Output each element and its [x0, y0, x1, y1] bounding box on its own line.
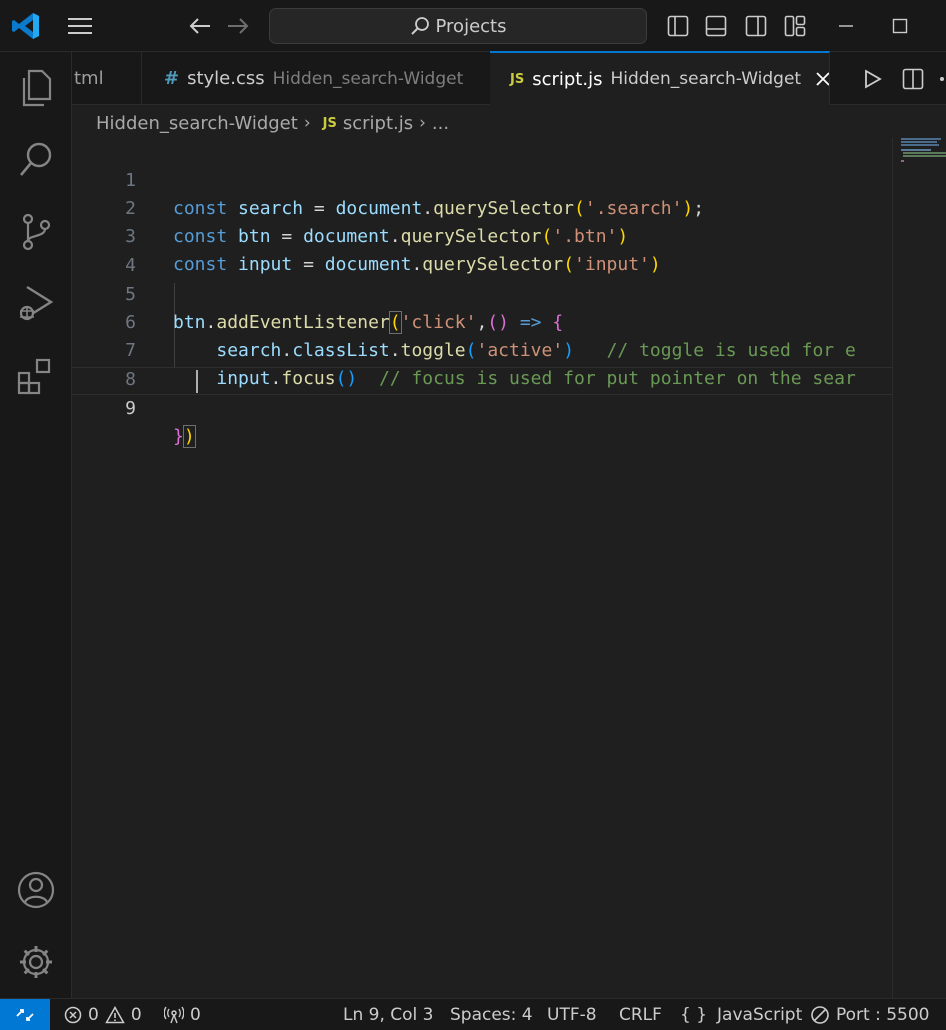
code-line: 7 input.focus() // focus is used for put…	[72, 309, 892, 389]
tab-label: script.js	[532, 68, 603, 90]
title-bar: Projects	[0, 0, 946, 52]
minimap-preview	[901, 138, 946, 162]
port-label: Port : 5500	[836, 1004, 930, 1025]
broadcast-icon	[164, 1006, 184, 1023]
command-center-search[interactable]: Projects	[269, 8, 647, 44]
extensions-icon[interactable]	[0, 344, 72, 408]
cursor-position-label: Ln 9, Col 3	[343, 1004, 434, 1025]
js-file-icon: JS	[322, 115, 337, 131]
editor-tabs: tml # style.css Hidden_search-Widget JS …	[72, 51, 946, 105]
code-line: 6 search.classList.toggle('active') // t…	[72, 281, 892, 361]
toggle-secondary-sidebar-icon[interactable]	[741, 10, 771, 42]
language-mode[interactable]: { } JavaScript	[680, 999, 802, 1030]
menu-icon[interactable]	[62, 10, 98, 42]
error-icon	[64, 1006, 82, 1023]
activity-bar	[0, 52, 72, 998]
error-count: 0	[88, 1004, 99, 1025]
explorer-icon[interactable]	[0, 56, 72, 120]
code-line: 1 const search = document.querySelector(…	[72, 139, 892, 219]
manage-gear-icon[interactable]	[0, 930, 72, 994]
end-of-line[interactable]: CRLF	[619, 999, 662, 1030]
encoding[interactable]: UTF-8	[547, 999, 597, 1030]
split-editor-icon[interactable]	[898, 64, 928, 94]
code-line: 3 const input = document.querySelector('…	[72, 195, 892, 275]
code-line: 4	[72, 224, 892, 276]
ports-indicator[interactable]: 0	[164, 999, 201, 1030]
toggle-primary-sidebar-icon[interactable]	[663, 10, 693, 42]
chevron-right-icon: ›	[303, 113, 311, 133]
text-cursor	[196, 370, 198, 393]
language-label: JavaScript	[717, 1004, 803, 1025]
warning-icon	[105, 1005, 125, 1023]
line-number-current: 9	[125, 398, 136, 419]
chevron-right-icon: ›	[419, 113, 426, 133]
breadcrumb-file[interactable]: script.js	[343, 113, 413, 134]
search-icon[interactable]	[0, 128, 72, 192]
vscode-logo-icon	[6, 6, 46, 46]
indentation[interactable]: Spaces: 4	[450, 999, 533, 1030]
tab-description: Hidden_search-Widget	[272, 68, 464, 89]
breadcrumb-more[interactable]: ...	[432, 113, 449, 134]
no-entry-icon	[811, 1005, 829, 1024]
indentation-label: Spaces: 4	[450, 1004, 533, 1025]
braces-icon: { }	[680, 1004, 708, 1025]
tab-label: tml	[74, 68, 104, 89]
eol-label: CRLF	[619, 1004, 662, 1025]
code-line: 2 const btn = document.querySelector('.b…	[72, 167, 892, 247]
tab-script-js[interactable]: JS script.js Hidden_search-Widget	[490, 51, 830, 105]
toggle-panel-icon[interactable]	[701, 10, 731, 42]
code-line: 9 })	[72, 367, 892, 448]
forward-arrow-icon[interactable]	[220, 10, 256, 42]
run-and-debug-icon[interactable]	[0, 272, 72, 336]
tab-label: style.css	[187, 68, 265, 89]
problems-indicator[interactable]: 0 0	[64, 999, 142, 1030]
code-line: 5 btn.addEventListener('click',() => {	[72, 253, 892, 334]
code-text: })	[173, 425, 196, 448]
ports-count: 0	[190, 1004, 201, 1025]
live-server-port[interactable]: Port : 5500	[810, 999, 930, 1030]
encoding-label: UTF-8	[547, 1004, 597, 1025]
close-tab-icon[interactable]	[815, 71, 829, 87]
breadcrumb: Hidden_search-Widget › JS script.js › ..…	[96, 108, 449, 138]
cursor-position[interactable]: Ln 9, Col 3	[343, 999, 434, 1030]
remote-indicator-icon[interactable]	[0, 999, 50, 1030]
more-actions-icon[interactable]	[934, 64, 946, 94]
tab-description: Hidden_search-Widget	[610, 69, 802, 89]
breadcrumb-folder[interactable]: Hidden_search-Widget	[96, 113, 298, 134]
minimap[interactable]	[892, 138, 946, 998]
search-icon	[410, 17, 429, 35]
customize-layout-icon[interactable]	[780, 10, 810, 42]
command-center-label: Projects	[435, 15, 507, 37]
minimize-icon[interactable]	[826, 10, 866, 42]
css-file-icon: #	[164, 68, 180, 89]
code-line: 8	[72, 338, 892, 390]
warning-count: 0	[130, 1004, 142, 1025]
run-file-icon[interactable]	[858, 64, 888, 94]
status-bar: 0 0 0 Ln 9, Col 3 Spaces: 4 UTF-8 CRLF {…	[0, 998, 946, 1030]
source-control-icon[interactable]	[0, 200, 72, 264]
tab-html[interactable]: tml	[72, 52, 142, 105]
maximize-icon[interactable]	[880, 10, 920, 42]
js-file-icon: JS	[510, 71, 525, 87]
code-editor[interactable]: 1 const search = document.querySelector(…	[72, 138, 892, 998]
account-icon[interactable]	[0, 858, 72, 922]
back-arrow-icon[interactable]	[182, 10, 218, 42]
